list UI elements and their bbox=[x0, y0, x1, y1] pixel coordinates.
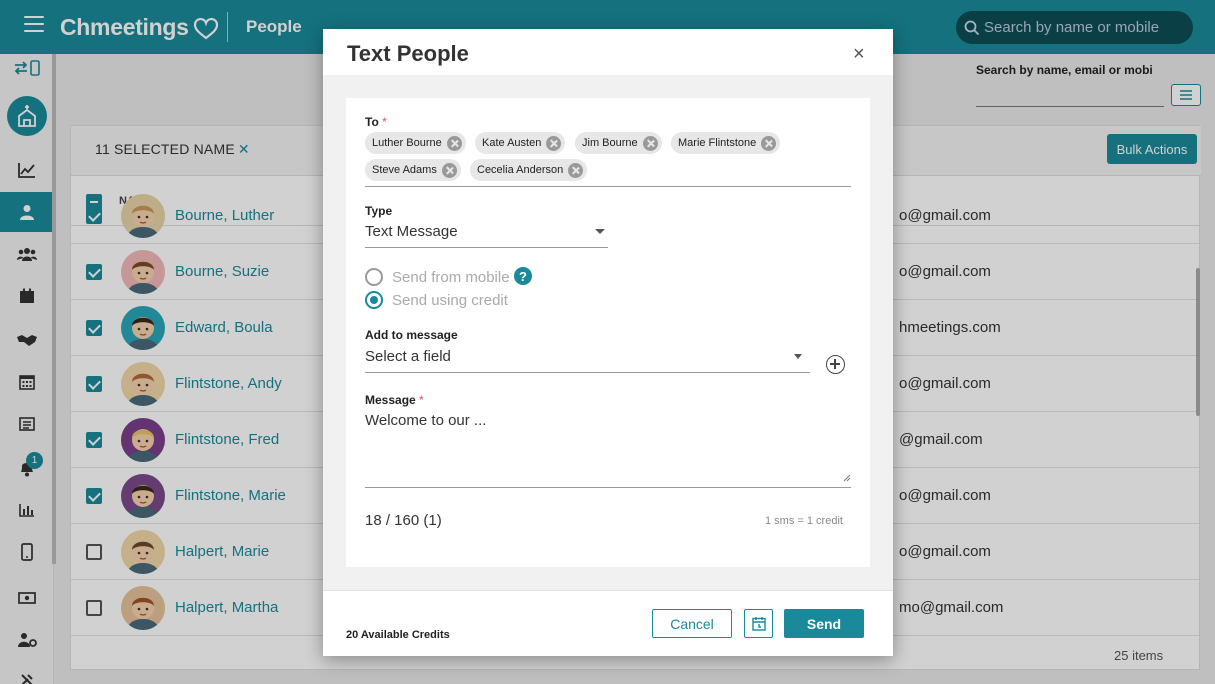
remove-recipient-icon[interactable] bbox=[441, 162, 457, 178]
add-circle-icon[interactable] bbox=[826, 355, 845, 374]
message-underline bbox=[365, 487, 851, 488]
recipient-name: Jim Bourne bbox=[582, 137, 638, 149]
recipient-name: Cecelia Anderson bbox=[477, 164, 564, 176]
send-from-mobile-radio[interactable] bbox=[365, 268, 383, 286]
remove-recipient-icon[interactable] bbox=[546, 135, 562, 151]
dialog-header: Text People × bbox=[323, 29, 893, 75]
remove-recipient-icon[interactable] bbox=[761, 135, 777, 151]
chevron-down-icon[interactable] bbox=[794, 354, 802, 359]
type-label: Type bbox=[365, 204, 393, 218]
character-counter: 18 / 160 (1) bbox=[365, 512, 442, 529]
type-select-underline bbox=[365, 247, 608, 248]
recipient-name: Luther Bourne bbox=[372, 137, 442, 149]
message-label-text: Message bbox=[365, 393, 416, 407]
message-label: Message * bbox=[365, 393, 424, 407]
message-textarea[interactable]: Welcome to our ... bbox=[365, 412, 486, 429]
recipient-name: Steve Adams bbox=[372, 164, 437, 176]
send-using-credit-radio[interactable] bbox=[365, 291, 383, 309]
dialog-title: Text People bbox=[347, 41, 469, 66]
cancel-button[interactable]: Cancel bbox=[652, 609, 732, 638]
send-using-credit-label[interactable]: Send using credit bbox=[392, 292, 508, 309]
send-button[interactable]: Send bbox=[784, 609, 864, 638]
recipient-name: Kate Austen bbox=[482, 137, 542, 149]
to-label-text: To bbox=[365, 115, 379, 129]
required-mark: * bbox=[382, 115, 387, 129]
remove-recipient-icon[interactable] bbox=[642, 135, 658, 151]
add-field-underline bbox=[365, 372, 810, 373]
available-credits: 20 Available Credits bbox=[346, 629, 450, 641]
recipient-chip[interactable]: Kate Austen bbox=[475, 132, 566, 154]
type-select[interactable]: Text Message bbox=[365, 223, 458, 240]
chevron-down-icon[interactable] bbox=[595, 229, 605, 234]
remove-recipient-icon[interactable] bbox=[568, 162, 584, 178]
resize-handle-icon[interactable] bbox=[843, 474, 851, 482]
calendar-clock-icon bbox=[751, 617, 766, 631]
sms-credit-note: 1 sms = 1 credit bbox=[765, 515, 843, 527]
recipient-chip[interactable]: Jim Bourne bbox=[575, 132, 662, 154]
schedule-button[interactable] bbox=[744, 609, 773, 638]
text-people-dialog: Text People × To * Luther Bourne Kate Aus… bbox=[323, 29, 893, 656]
recipient-chip[interactable]: Marie Flintstone bbox=[671, 132, 781, 154]
recipient-chip[interactable]: Cecelia Anderson bbox=[470, 159, 588, 181]
to-label: To * bbox=[365, 115, 387, 129]
close-icon[interactable]: × bbox=[853, 44, 865, 64]
to-field-underline bbox=[365, 186, 851, 187]
recipient-name: Marie Flintstone bbox=[678, 137, 757, 149]
dialog-body: To * Luther Bourne Kate Austen Jim Bourne M… bbox=[346, 98, 870, 567]
send-from-mobile-label[interactable]: Send from mobile bbox=[392, 269, 510, 286]
dialog-footer: 20 Available Credits Cancel Send bbox=[323, 590, 893, 656]
recipient-chip[interactable]: Luther Bourne bbox=[365, 132, 466, 154]
add-to-message-label: Add to message bbox=[365, 328, 458, 342]
help-icon[interactable]: ? bbox=[514, 267, 532, 285]
add-field-select[interactable]: Select a field bbox=[365, 348, 451, 365]
remove-recipient-icon[interactable] bbox=[446, 135, 462, 151]
required-mark: * bbox=[419, 393, 424, 407]
recipient-chip[interactable]: Steve Adams bbox=[365, 159, 461, 181]
